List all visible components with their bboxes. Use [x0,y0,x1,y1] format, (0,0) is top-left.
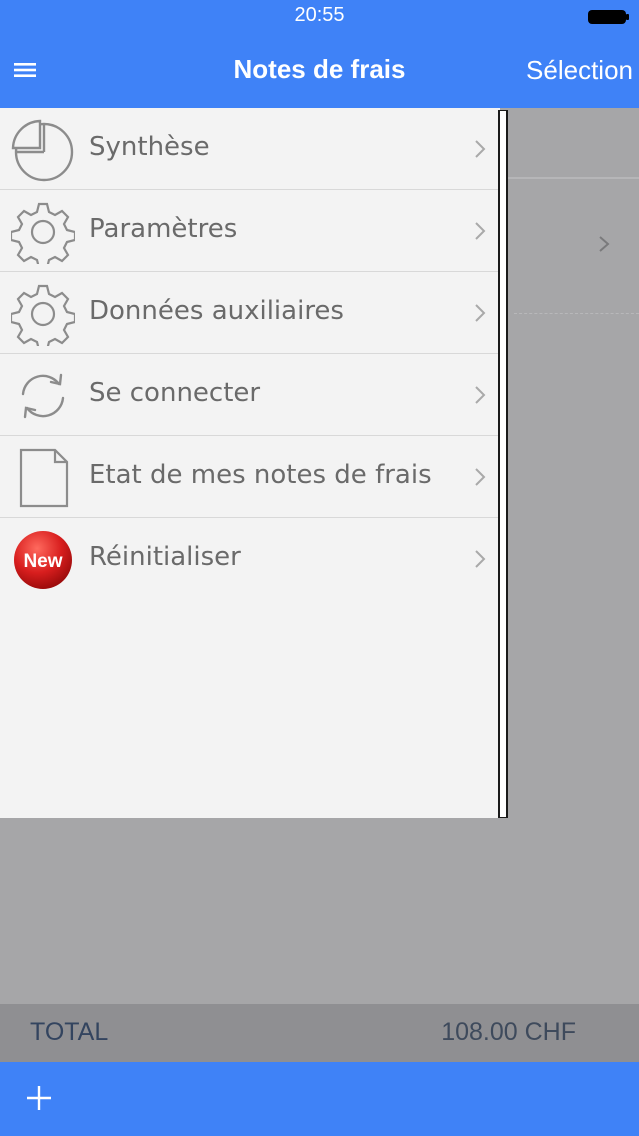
gear-icon [11,202,75,264]
chevron-right-icon [475,468,486,486]
status-time: 20:55 [294,4,345,26]
bottom-toolbar [0,1062,639,1136]
menu-item-etat-notes-de-frais[interactable]: Etat de mes notes de frais [0,436,500,518]
drawer-scrollbar [498,110,508,818]
add-icon[interactable] [25,1084,53,1112]
menu-item-parametres[interactable]: Paramètres [0,190,500,272]
document-icon [19,448,69,508]
gear-icon [11,284,75,346]
selection-button[interactable]: Sélection [526,55,633,86]
sync-icon [21,373,65,419]
battery-icon [588,10,629,24]
menu-item-synthese[interactable]: Synthèse [0,108,500,190]
menu-item-label: Synthèse [89,132,210,162]
new-badge-text: New [23,551,62,572]
chevron-right-icon [475,304,486,322]
chevron-right-icon [475,140,486,158]
menu-item-label: Réinitialiser [89,542,241,572]
chevron-right-icon [599,236,610,252]
total-bar: TOTAL 108.00 CHF [0,1004,639,1062]
row-divider [514,313,639,314]
side-drawer: Synthèse Paramètres Données auxiliaires [0,108,500,818]
menu-item-donnees-auxiliaires[interactable]: Données auxiliaires [0,272,500,354]
navigation-bar: 20:55 Notes de frais Sélection [0,0,639,108]
row-divider [508,177,639,179]
menu-item-reinitialiser[interactable]: New Réinitialiser [0,518,500,600]
new-badge-icon: New [14,531,72,589]
chevron-right-icon [475,222,486,240]
menu-item-label: Paramètres [89,214,238,244]
chevron-right-icon [475,550,486,568]
menu-item-label: Se connecter [89,378,261,408]
menu-item-label: Etat de mes notes de frais [89,460,432,490]
menu-item-label: Données auxiliaires [89,296,344,326]
pie-chart-icon [11,119,74,182]
total-label: TOTAL [30,1018,109,1046]
chevron-right-icon [475,386,486,404]
menu-item-se-connecter[interactable]: Se connecter [0,354,500,436]
total-value: 108.00 CHF [441,1018,576,1046]
